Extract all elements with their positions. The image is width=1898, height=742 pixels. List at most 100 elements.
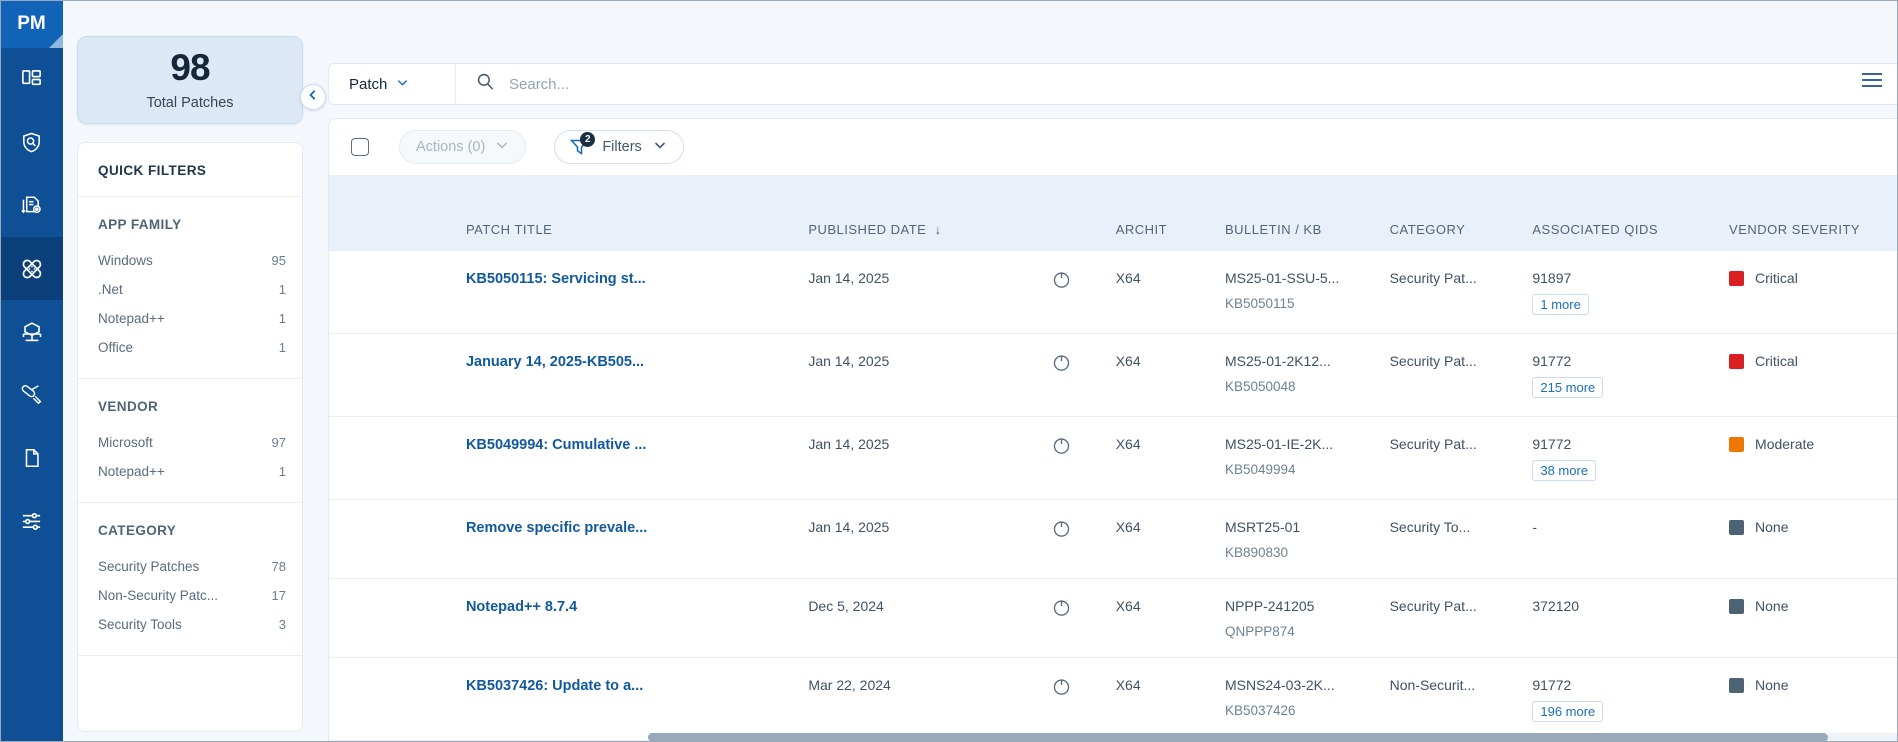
sidebar-item-dashboard[interactable] — [0, 48, 63, 111]
patch-title-link[interactable]: Notepad++ 8.7.4 — [466, 599, 577, 615]
col-associated-qids[interactable]: ASSOCIATED QIDS — [1532, 217, 1729, 251]
select-all-checkbox[interactable] — [351, 138, 369, 156]
collapse-panel-button[interactable] — [300, 84, 326, 110]
cell-bulletin-kb: MS25-01-2K12...KB5050048 — [1225, 334, 1390, 417]
sidebar-item-scan[interactable] — [0, 111, 63, 174]
horizontal-scrollbar-thumb[interactable] — [648, 733, 1828, 742]
cell-category: Security Pat... — [1390, 251, 1533, 334]
cell-architecture: X64 — [1116, 251, 1225, 334]
cell-associated-qids: 372120 — [1532, 579, 1729, 658]
cell-reboot-required — [1052, 579, 1116, 658]
cell-associated-qids: 91772215 more — [1532, 334, 1729, 417]
col-category[interactable]: CATEGORY — [1390, 217, 1533, 251]
sidebar-items — [0, 48, 63, 552]
qid-more-chip[interactable]: 215 more — [1532, 377, 1603, 398]
sidebar-item-patches[interactable] — [0, 237, 63, 300]
kb-number: KB5049994 — [1225, 462, 1390, 477]
kb-number: KB5050115 — [1225, 296, 1390, 311]
col-vendor-severity[interactable]: VENDOR SEVERITY — [1729, 217, 1898, 251]
filter-row-office[interactable]: Office 1 — [98, 335, 286, 364]
col-published-date[interactable]: PUBLISHED DATE ↓ — [808, 217, 1051, 251]
filter-row-dotnet[interactable]: .Net 1 — [98, 277, 286, 306]
cell-reboot-required — [1052, 658, 1116, 741]
sidebar-item-reports[interactable] — [0, 174, 63, 237]
total-patches-kpi-card[interactable]: 98 Total Patches — [77, 36, 303, 124]
kb-number: KB5050048 — [1225, 379, 1390, 394]
cell-vendor-severity: None — [1729, 579, 1898, 658]
table-row[interactable]: Notepad++ 8.7.4 Dec 5, 2024 X64NPPP-241205… — [329, 579, 1898, 658]
report-gear-icon — [20, 194, 43, 217]
table-row[interactable]: KB5037426: Update to a...Mar 22, 2024X64… — [329, 658, 1898, 741]
cell-published-date: Dec 5, 2024 — [808, 579, 1051, 658]
cell-bulletin-kb: MSRT25-01KB890830 — [1225, 500, 1390, 579]
table-row[interactable]: January 14, 2025-KB505...Jan 14, 2025X64… — [329, 334, 1898, 417]
page-menu-button[interactable] — [1860, 70, 1884, 95]
table-row[interactable]: KB5049994: Cumulative ...Jan 14, 2025X64… — [329, 417, 1898, 500]
table-row[interactable]: Remove specific prevale...Jan 14, 2025X6… — [329, 500, 1898, 579]
patch-title-link[interactable]: January 14, 2025-KB505... — [466, 354, 644, 370]
col-architecture[interactable]: ARCHIT — [1116, 217, 1225, 251]
filter-count: 1 — [279, 340, 286, 355]
total-patches-label: Total Patches — [146, 95, 233, 111]
cell-architecture: X64 — [1116, 417, 1225, 500]
filter-row-notepadpp-vendor[interactable]: Notepad++ 1 — [98, 459, 286, 488]
cell-bulletin-kb: MS25-01-IE-2K...KB5049994 — [1225, 417, 1390, 500]
document-page-icon — [21, 447, 43, 469]
sidebar-item-tools[interactable] — [0, 363, 63, 426]
filter-count: 1 — [279, 282, 286, 297]
cell-patch-title: KB5050115: Servicing st... — [466, 251, 808, 334]
cell-associated-qids: 91772196 more — [1532, 658, 1729, 741]
table-body: KB5050115: Servicing st...Jan 14, 2025X6… — [329, 251, 1898, 741]
cell-bulletin-kb: MSNS24-03-2K...KB5037426 — [1225, 658, 1390, 741]
cell-patch-title: January 14, 2025-KB505... — [466, 334, 808, 417]
filter-row-security-tools[interactable]: Security Tools 3 — [98, 612, 286, 641]
cell-architecture: X64 — [1116, 334, 1225, 417]
cell-patch-title: Notepad++ 8.7.4 — [466, 579, 808, 658]
patch-title-link[interactable]: KB5050115: Servicing st... — [466, 271, 646, 287]
qid-more-chip[interactable]: 38 more — [1532, 460, 1596, 481]
power-icon — [1052, 270, 1116, 289]
filter-row-security-patches[interactable]: Security Patches 78 — [98, 554, 286, 583]
sidebar-item-configuration[interactable] — [0, 489, 63, 552]
cell-bulletin-kb: NPPP-241205QNPPP874 — [1225, 579, 1390, 658]
patch-tools-icon — [20, 383, 44, 407]
filters-dropdown-button[interactable]: 2 Filters — [554, 130, 683, 164]
row-checkbox-cell — [329, 658, 466, 741]
cell-bulletin-kb: MS25-01-SSU-5...KB5050115 — [1225, 251, 1390, 334]
col-bulletin-kb[interactable]: BULLETIN / KB — [1225, 217, 1390, 251]
patch-title-link[interactable]: KB5037426: Update to a... — [466, 678, 643, 694]
severity-swatch — [1729, 599, 1744, 614]
search-icon[interactable] — [476, 72, 495, 96]
cell-architecture: X64 — [1116, 579, 1225, 658]
filter-row-non-security-patches[interactable]: Non-Security Patc... 17 — [98, 583, 286, 612]
filter-label: Windows — [98, 253, 153, 268]
filter-row-windows[interactable]: Windows 95 — [98, 248, 286, 277]
col-patch-title[interactable]: PATCH TITLE — [466, 217, 808, 251]
power-icon — [1052, 598, 1116, 617]
sidebar-item-deployment[interactable] — [0, 300, 63, 363]
patch-title-link[interactable]: Remove specific prevale... — [466, 520, 647, 536]
sidebar-item-documents[interactable] — [0, 426, 63, 489]
filter-group-label: APP FAMILY — [98, 217, 286, 232]
app-logo[interactable]: PM — [0, 0, 63, 48]
chevron-left-icon — [307, 88, 319, 106]
cell-architecture: X64 — [1116, 500, 1225, 579]
search-input[interactable] — [509, 76, 1109, 93]
cell-vendor-severity: Critical — [1729, 251, 1898, 334]
patches-table-card: Actions (0) 2 Filters — [328, 118, 1898, 742]
table-column-header-row: PATCH TITLE PUBLISHED DATE ↓ ARCHIT BULL… — [329, 217, 1898, 251]
qid-more-chip[interactable]: 1 more — [1532, 294, 1588, 315]
qid-more-chip[interactable]: 196 more — [1532, 701, 1603, 722]
table-row[interactable]: KB5050115: Servicing st...Jan 14, 2025X6… — [329, 251, 1898, 334]
filter-row-microsoft[interactable]: Microsoft 97 — [98, 430, 286, 459]
severity-swatch — [1729, 678, 1744, 693]
actions-dropdown-button[interactable]: Actions (0) — [399, 130, 526, 164]
cell-associated-qids: 9177238 more — [1532, 417, 1729, 500]
filter-row-notepadpp[interactable]: Notepad++ 1 — [98, 306, 286, 335]
search-scope-dropdown[interactable]: Patch — [329, 64, 456, 104]
cell-vendor-severity: Moderate — [1729, 417, 1898, 500]
col-reboot-spacer — [1052, 217, 1116, 251]
filter-label: .Net — [98, 282, 123, 297]
row-checkbox-cell — [329, 417, 466, 500]
patch-title-link[interactable]: KB5049994: Cumulative ... — [466, 437, 647, 453]
